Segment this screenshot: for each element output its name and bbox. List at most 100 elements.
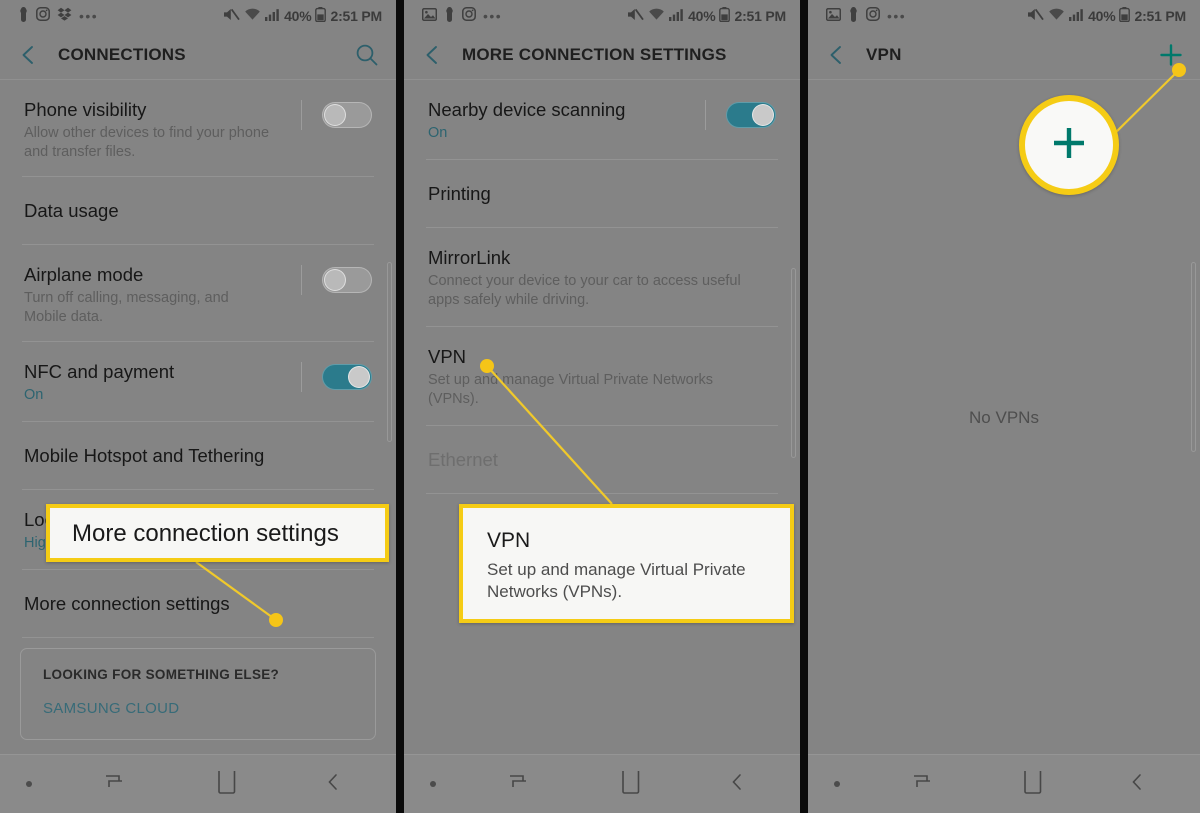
keyhole-icon — [848, 6, 859, 25]
list-item[interactable]: Phone visibility Allow other devices to … — [0, 80, 396, 176]
row-text: Mobile Hotspot and Tethering — [24, 444, 372, 467]
empty-state-label: No VPNs — [969, 408, 1039, 427]
list-item[interactable]: Nearby device scanning On — [404, 80, 800, 159]
nav-home-button[interactable] — [977, 770, 1088, 799]
mute-icon — [1027, 7, 1044, 25]
row-title: Nearby device scanning — [428, 99, 626, 120]
recents-icon — [507, 772, 529, 797]
status-bar-right: 40% 2:51 PM — [1027, 6, 1186, 25]
instagram-icon — [36, 7, 50, 24]
phone-panel-vpn: ••• 40% 2:51 PM VPN No VPNs — [808, 0, 1200, 813]
row-subtitle: Turn off calling, messaging, and Mobile … — [24, 290, 229, 325]
toggle-divider — [301, 100, 302, 130]
row-title: Phone visibility — [24, 99, 147, 120]
callout-more-connection-settings: More connection settings — [46, 504, 389, 562]
nav-dot-icon — [430, 781, 436, 787]
phone-panel-connections: ••• 40% 2:51 PM CONNECTIONS Phone visibi… — [0, 0, 396, 813]
nav-back-button[interactable] — [283, 772, 396, 797]
chevron-left-icon[interactable] — [422, 44, 444, 66]
app-bar: CONNECTIONS — [0, 31, 396, 79]
more-dots-icon: ••• — [483, 7, 503, 24]
nav-back-button[interactable] — [687, 772, 800, 797]
row-subtitle: On — [428, 125, 448, 141]
list-separator — [22, 637, 374, 638]
signal-bars-icon — [1069, 7, 1084, 24]
samsung-cloud-link[interactable]: SAMSUNG CLOUD — [43, 700, 353, 717]
list-item-more-connection-settings[interactable]: More connection settings — [0, 570, 396, 637]
list-item[interactable]: Mobile Hotspot and Tethering — [0, 422, 396, 489]
clock: 2:51 PM — [330, 7, 382, 24]
row-title: NFC and payment — [24, 361, 175, 382]
back-icon — [328, 772, 352, 797]
nearby-device-scanning-toggle[interactable] — [726, 102, 776, 128]
back-icon — [1132, 772, 1156, 797]
status-bar-left-icons: ••• — [825, 6, 906, 25]
nav-dot-icon — [26, 781, 32, 787]
row-text: NFC and payment On — [24, 360, 287, 405]
keyhole-icon — [18, 6, 29, 25]
chevron-left-icon[interactable] — [18, 44, 40, 66]
image-icon — [421, 7, 438, 24]
list-item-ethernet[interactable]: Ethernet — [404, 426, 800, 493]
callout-vpn: VPN Set up and manage Virtual Private Ne… — [459, 504, 794, 623]
panel-divider — [800, 0, 808, 813]
row-subtitle: On — [24, 387, 44, 403]
system-navigation-bar — [404, 754, 800, 813]
toggle-divider — [301, 362, 302, 392]
scrollbar[interactable] — [387, 262, 392, 442]
row-subtitle: Connect your device to your car to acces… — [428, 273, 741, 308]
status-bar-right: 40% 2:51 PM — [223, 6, 382, 25]
toggle-container — [287, 362, 372, 392]
nav-recents-button[interactable] — [866, 772, 977, 797]
status-bar-left-icons: ••• — [18, 6, 98, 25]
add-vpn-plus-icon[interactable] — [1158, 42, 1184, 68]
list-item[interactable]: MirrorLink Connect your device to your c… — [404, 228, 800, 326]
home-icon — [1022, 770, 1044, 799]
row-text: Nearby device scanning On — [428, 98, 691, 143]
nav-dot-button[interactable] — [404, 781, 462, 787]
image-icon — [825, 7, 842, 24]
status-bar: ••• 40% 2:51 PM — [404, 0, 800, 31]
status-bar: ••• 40% 2:51 PM — [0, 0, 396, 31]
list-item-vpn[interactable]: VPN Set up and manage Virtual Private Ne… — [404, 327, 800, 425]
nav-recents-button[interactable] — [58, 772, 171, 797]
nav-back-button[interactable] — [1089, 772, 1200, 797]
panel-divider — [396, 0, 404, 813]
battery-icon — [1119, 6, 1131, 25]
nav-dot-button[interactable] — [0, 781, 58, 787]
toggle-container — [691, 100, 776, 130]
list-item[interactable]: NFC and payment On — [0, 342, 396, 421]
chevron-left-icon[interactable] — [826, 44, 848, 66]
airplane-mode-toggle[interactable] — [322, 267, 372, 293]
list-item[interactable]: Airplane mode Turn off calling, messagin… — [0, 245, 396, 341]
scrollbar[interactable] — [791, 268, 796, 458]
nav-recents-button[interactable] — [462, 772, 575, 797]
page-title: VPN — [866, 45, 902, 64]
status-bar-right: 40% 2:51 PM — [627, 6, 786, 25]
callout-title: VPN — [487, 529, 531, 552]
signal-bars-icon — [265, 7, 280, 24]
app-bar-divider — [808, 79, 1200, 80]
nfc-payment-toggle[interactable] — [322, 364, 372, 390]
nav-dot-button[interactable] — [808, 781, 866, 787]
mute-icon — [223, 7, 240, 25]
list-item[interactable]: Printing — [404, 160, 800, 227]
list-item[interactable]: Data usage — [0, 177, 396, 244]
row-text: Airplane mode Turn off calling, messagin… — [24, 263, 287, 327]
battery-percent: 40% — [284, 7, 312, 24]
nav-home-button[interactable] — [171, 770, 284, 799]
search-icon[interactable] — [354, 42, 380, 68]
phone-panel-more-connection-settings: ••• 40% 2:51 PM MORE CONNECTION SETTINGS… — [404, 0, 800, 813]
app-bar: MORE CONNECTION SETTINGS — [404, 31, 800, 79]
row-title: Airplane mode — [24, 264, 144, 285]
instagram-icon — [462, 7, 476, 24]
scrollbar[interactable] — [1191, 262, 1196, 452]
nav-home-button[interactable] — [575, 770, 688, 799]
battery-percent: 40% — [688, 7, 716, 24]
clock: 2:51 PM — [734, 7, 786, 24]
row-subtitle: Set up and manage Virtual Private Networ… — [428, 372, 714, 407]
app-bar: VPN — [808, 31, 1200, 79]
settings-list: Nearby device scanning On Printing Mirro… — [404, 80, 800, 494]
phone-visibility-toggle[interactable] — [322, 102, 372, 128]
row-text: Ethernet — [428, 448, 776, 471]
